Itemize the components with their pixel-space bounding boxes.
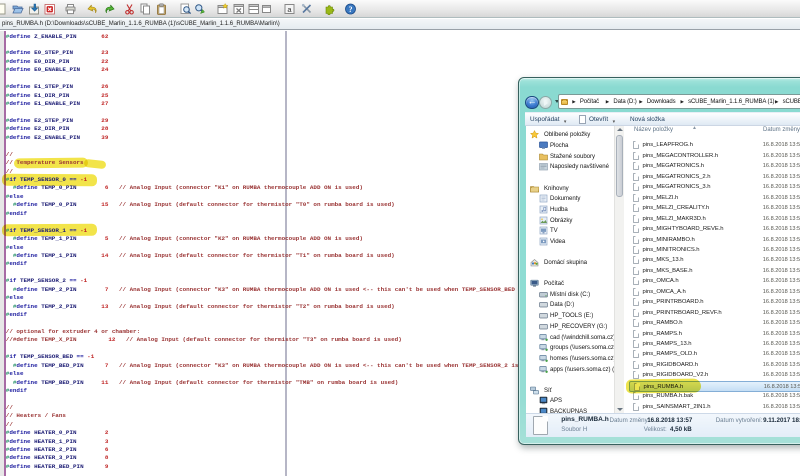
- svg-text:?: ?: [349, 5, 353, 14]
